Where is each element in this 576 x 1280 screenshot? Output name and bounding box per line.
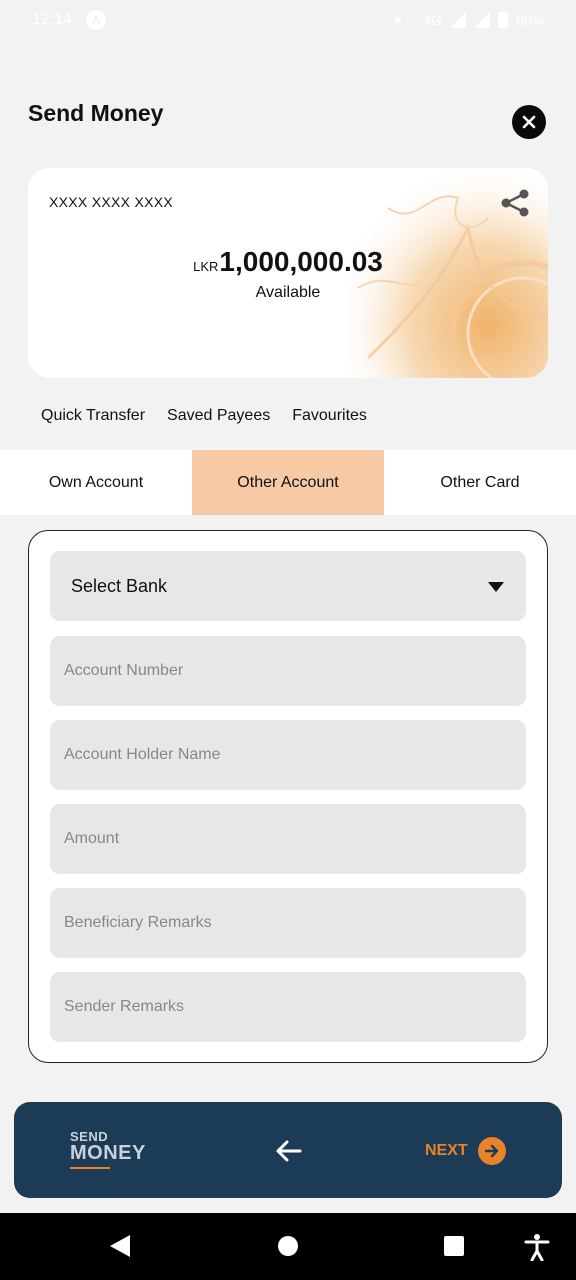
app-notification-icon: A: [86, 10, 107, 30]
notification-dot-icon: [395, 17, 402, 23]
beneficiary-remarks-field[interactable]: Beneficiary Remarks: [50, 888, 526, 958]
system-back-icon[interactable]: [110, 1235, 130, 1257]
tab-other-account[interactable]: Other Account: [192, 450, 384, 515]
status-time: 12:14: [32, 11, 73, 28]
battery-icon: [497, 12, 508, 28]
balance-caption: Available: [255, 284, 321, 301]
network-type: 4G: [423, 12, 442, 28]
account-holder-name-field[interactable]: Account Holder Name: [50, 720, 526, 790]
send-money-logo: SEND MONEY: [70, 1130, 146, 1169]
system-home-icon[interactable]: [278, 1236, 298, 1256]
transfer-form: Select Bank Account Number Account Holde…: [28, 530, 548, 1063]
account-number-field[interactable]: Account Number: [50, 636, 526, 706]
sender-remarks-field[interactable]: Sender Remarks: [50, 972, 526, 1042]
signal-icon: [449, 12, 466, 28]
next-button-label: NEXT: [425, 1142, 468, 1159]
close-button[interactable]: [512, 105, 546, 139]
battery-level: 80%: [515, 12, 544, 28]
nav-quick-transfer[interactable]: Quick Transfer: [41, 407, 145, 425]
transfer-type-nav: Quick Transfer Saved Payees Favourites: [41, 407, 367, 425]
logo-underline: [70, 1167, 110, 1169]
system-recents-icon[interactable]: [444, 1236, 464, 1256]
currency-code: LKR: [193, 259, 219, 274]
close-icon: [522, 115, 536, 129]
chevron-down-icon: [488, 582, 504, 592]
signal-icon-2: [473, 12, 490, 28]
system-navigation-bar: [0, 1213, 576, 1280]
nav-saved-payees[interactable]: Saved Payees: [167, 407, 270, 425]
next-button[interactable]: NEXT: [425, 1137, 506, 1165]
back-arrow-icon[interactable]: [274, 1136, 304, 1166]
account-type-tabs: Own Account Other Account Other Card: [0, 450, 576, 515]
page-title: Send Money: [28, 100, 164, 126]
amount-field[interactable]: Amount: [50, 804, 526, 874]
bank-select[interactable]: Select Bank: [50, 551, 526, 621]
nav-favourites[interactable]: Favourites: [292, 407, 367, 425]
account-balance-card: XXXX XXXX XXXX LKR 1,000,000.03 Availabl…: [28, 168, 548, 378]
logo-line-2: MONEY: [70, 1142, 146, 1164]
tab-own-account[interactable]: Own Account: [0, 450, 192, 515]
tab-other-card[interactable]: Other Card: [384, 450, 576, 515]
balance-amount: 1,000,000.03: [219, 246, 383, 277]
accessibility-icon[interactable]: [524, 1233, 550, 1261]
status-bar: 12:14 A 4G 80%: [0, 0, 576, 40]
next-arrow-icon: [477, 1137, 506, 1165]
masked-account-number: XXXX XXXX XXXX: [49, 194, 174, 210]
share-icon[interactable]: [498, 186, 532, 220]
bank-select-label: Select Bank: [71, 575, 168, 596]
bottom-action-bar: SEND MONEY NEXT: [14, 1102, 562, 1198]
balance-display: LKR 1,000,000.03: [28, 246, 548, 278]
